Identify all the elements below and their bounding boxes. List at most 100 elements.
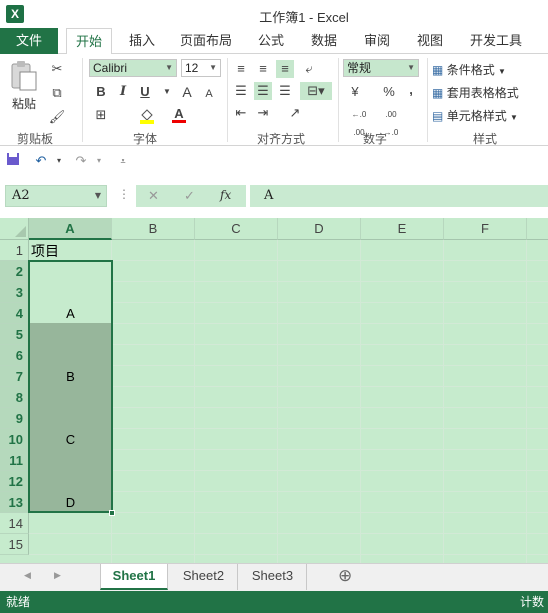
formula-input[interactable]: A [250, 185, 548, 207]
row-header-5[interactable]: 5 [0, 324, 29, 345]
align-center-icon[interactable]: ☰ [254, 82, 272, 100]
column-header-c[interactable]: C [195, 218, 278, 240]
column-header-e[interactable]: E [361, 218, 444, 240]
cell-styles-button[interactable]: ▤ 单元格样式 ▼ [432, 107, 544, 124]
ribbon-tabs: 文件 开始 插入 页面布局 公式 数据 审阅 视图 开发工具 [0, 28, 548, 55]
borders-icon[interactable]: ⊞ [92, 106, 110, 124]
name-box[interactable]: A2 ▼ [5, 185, 107, 207]
align-right-icon[interactable]: ☰ [276, 82, 294, 100]
redo-icon[interactable]: ↷ [72, 152, 90, 170]
cell-a13[interactable]: D [29, 495, 112, 510]
column-header-next[interactable] [527, 218, 548, 240]
row-header-4[interactable]: 4 [0, 303, 29, 324]
column-header-b[interactable]: B [112, 218, 195, 240]
tab-home[interactable]: 开始 [66, 28, 112, 55]
cut-icon[interactable]: ✂ [48, 60, 66, 78]
cancel-icon[interactable]: ✕ [148, 188, 159, 204]
row-header-12[interactable]: 12 [0, 471, 29, 492]
tab-data[interactable]: 数据 [306, 28, 342, 54]
tab-page-layout[interactable]: 页面布局 [176, 28, 236, 54]
select-all-corner[interactable] [0, 218, 29, 240]
align-bottom-icon[interactable]: ≡ [276, 60, 294, 78]
conditional-formatting-button[interactable]: ▦ 条件格式 ▼ [432, 61, 544, 78]
chevron-down-icon[interactable]: ▼ [158, 83, 176, 101]
decrease-decimal-button[interactable]: .00 →.0 [378, 106, 404, 137]
column-header-d[interactable]: D [278, 218, 361, 240]
currency-button[interactable]: ¥ [346, 83, 364, 101]
enter-icon[interactable]: ✓ [184, 188, 195, 204]
table-icon: ▦ [432, 86, 444, 100]
row-header-10[interactable]: 10 [0, 429, 29, 450]
align-middle-icon[interactable]: ≡ [254, 60, 272, 78]
comma-button[interactable]: , [402, 81, 420, 99]
conditional-formatting-label: 条件格式 [446, 63, 495, 77]
row-header-3[interactable]: 3 [0, 282, 29, 303]
cell-a4[interactable]: A [29, 306, 112, 321]
column-header-a[interactable]: A [29, 218, 112, 240]
copy-icon[interactable]: ⧉ [48, 84, 66, 102]
customize-qat-icon[interactable]: ⩡ [114, 152, 132, 170]
sheet-tab-sheet1[interactable]: Sheet1 [100, 564, 168, 590]
font-color-button[interactable]: A [170, 105, 188, 123]
gridline [29, 533, 548, 534]
row-header-15[interactable]: 15 [0, 534, 29, 555]
gridline [194, 240, 195, 563]
sheet-tab-sheet3[interactable]: Sheet3 [239, 564, 307, 590]
cell-a1[interactable]: 项目 [31, 241, 59, 261]
percent-button[interactable]: % [380, 83, 398, 101]
font-name-dropdown[interactable]: Calibri ▼ [89, 59, 177, 77]
row-header-13[interactable]: 13 [0, 492, 29, 513]
add-sheet-icon[interactable]: ⊕ [338, 566, 352, 586]
align-left-icon[interactable]: ☰ [232, 82, 250, 100]
cell-a7[interactable]: B [29, 369, 112, 384]
title-bar: X 工作簿1 - Excel [0, 0, 548, 28]
scroll-left-icon[interactable]: ◀ [24, 570, 31, 581]
tab-view[interactable]: 视图 [412, 28, 448, 54]
format-painter-icon[interactable]: 🖌 [48, 108, 66, 126]
underline-button[interactable]: U [136, 83, 154, 101]
row-header-9[interactable]: 9 [0, 408, 29, 429]
wrap-text-icon[interactable]: ⤶ [300, 60, 318, 78]
format-as-table-button[interactable]: ▦ 套用表格格式 [432, 84, 546, 101]
row-header-6[interactable]: 6 [0, 345, 29, 366]
status-count: 计数 [520, 595, 545, 609]
chevron-down-icon[interactable]: ▾ [90, 152, 108, 170]
align-top-icon[interactable]: ≡ [232, 60, 250, 78]
number-format-dropdown[interactable]: 常规 ▼ [343, 59, 419, 77]
orientation-icon[interactable]: ↗ [286, 104, 304, 122]
chevron-down-icon[interactable]: ▾ [50, 152, 68, 170]
shrink-font-button[interactable]: A [200, 85, 218, 103]
row-header-11[interactable]: 11 [0, 450, 29, 471]
save-icon[interactable] [4, 152, 22, 170]
column-header-f[interactable]: F [444, 218, 527, 240]
cell-a10[interactable]: C [29, 432, 112, 447]
increase-decimal-button[interactable]: ←.0 .00 [346, 106, 372, 137]
row-header-8[interactable]: 8 [0, 387, 29, 408]
insert-function-icon[interactable]: fx [220, 188, 231, 202]
undo-icon[interactable]: ↶ [32, 152, 50, 170]
gridline [277, 240, 278, 563]
row-header-2[interactable]: 2 [0, 261, 29, 282]
tab-developer[interactable]: 开发工具 [466, 28, 526, 54]
scroll-right-icon[interactable]: ▶ [54, 570, 61, 581]
italic-button[interactable]: I [114, 83, 132, 101]
sheet-tab-sheet2[interactable]: Sheet2 [170, 564, 238, 590]
row-header-7[interactable]: 7 [0, 366, 29, 387]
font-color-letter: A [174, 106, 184, 121]
font-size-dropdown[interactable]: 12 ▼ [181, 59, 221, 77]
chevron-down-icon: ▼ [498, 67, 506, 76]
decrease-indent-icon[interactable]: ⇤ [232, 104, 250, 122]
fill-color-icon[interactable] [138, 106, 156, 124]
tab-file[interactable]: 文件 [0, 28, 58, 54]
worksheet-grid[interactable]: A B C D E F 1 2 3 4 5 6 7 8 9 10 11 12 1… [0, 218, 548, 563]
tab-insert[interactable]: 插入 [124, 28, 160, 54]
tab-formulas[interactable]: 公式 [253, 28, 289, 54]
merge-center-icon[interactable]: ⊟▾ [300, 82, 332, 100]
tab-review[interactable]: 审阅 [359, 28, 395, 54]
row-header-1[interactable]: 1 [0, 240, 29, 261]
grow-font-button[interactable]: A [178, 83, 196, 101]
bold-button[interactable]: B [92, 83, 110, 101]
row-header-14[interactable]: 14 [0, 513, 29, 534]
increase-indent-icon[interactable]: ⇥ [254, 104, 272, 122]
fill-handle[interactable] [109, 510, 115, 516]
